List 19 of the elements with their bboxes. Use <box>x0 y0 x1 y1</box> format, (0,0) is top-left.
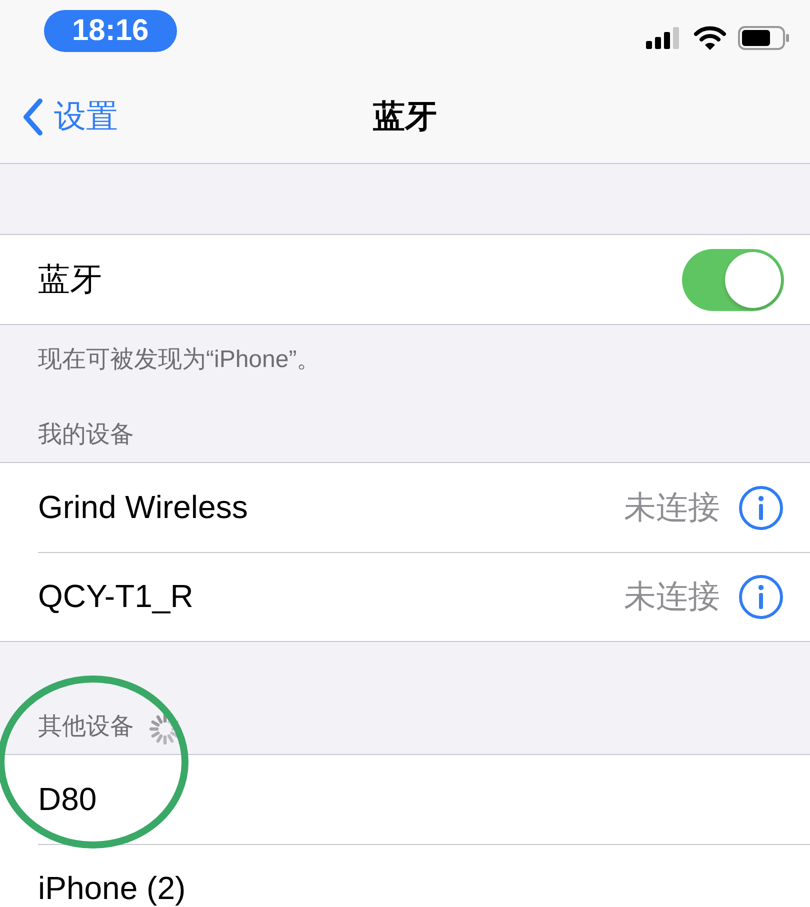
battery-icon <box>738 26 790 50</box>
info-icon[interactable] <box>738 484 784 530</box>
signal-icon <box>646 27 682 49</box>
bluetooth-label: 蓝牙 <box>38 260 103 298</box>
connection-status: 未连接 <box>624 576 720 616</box>
back-button[interactable]: 设置 <box>0 94 118 138</box>
wifi-icon <box>694 26 726 50</box>
device-name[interactable]: iPhone (2) <box>38 870 784 907</box>
section-header: 我的设备 <box>38 420 134 450</box>
section-header: 其他设备 <box>38 712 134 742</box>
device-name[interactable]: D80 <box>38 781 784 818</box>
back-icon <box>22 98 44 136</box>
info-icon[interactable] <box>738 574 784 620</box>
status-time: 18:16 <box>44 10 177 52</box>
page-title: 蓝牙 <box>373 96 437 136</box>
device-name[interactable]: Grind Wireless <box>38 489 624 526</box>
connection-status: 未连接 <box>624 488 720 526</box>
device-name[interactable]: QCY-T1_R <box>38 578 624 615</box>
discoverable-note: 现在可被发现为“iPhone”。 <box>38 346 321 373</box>
